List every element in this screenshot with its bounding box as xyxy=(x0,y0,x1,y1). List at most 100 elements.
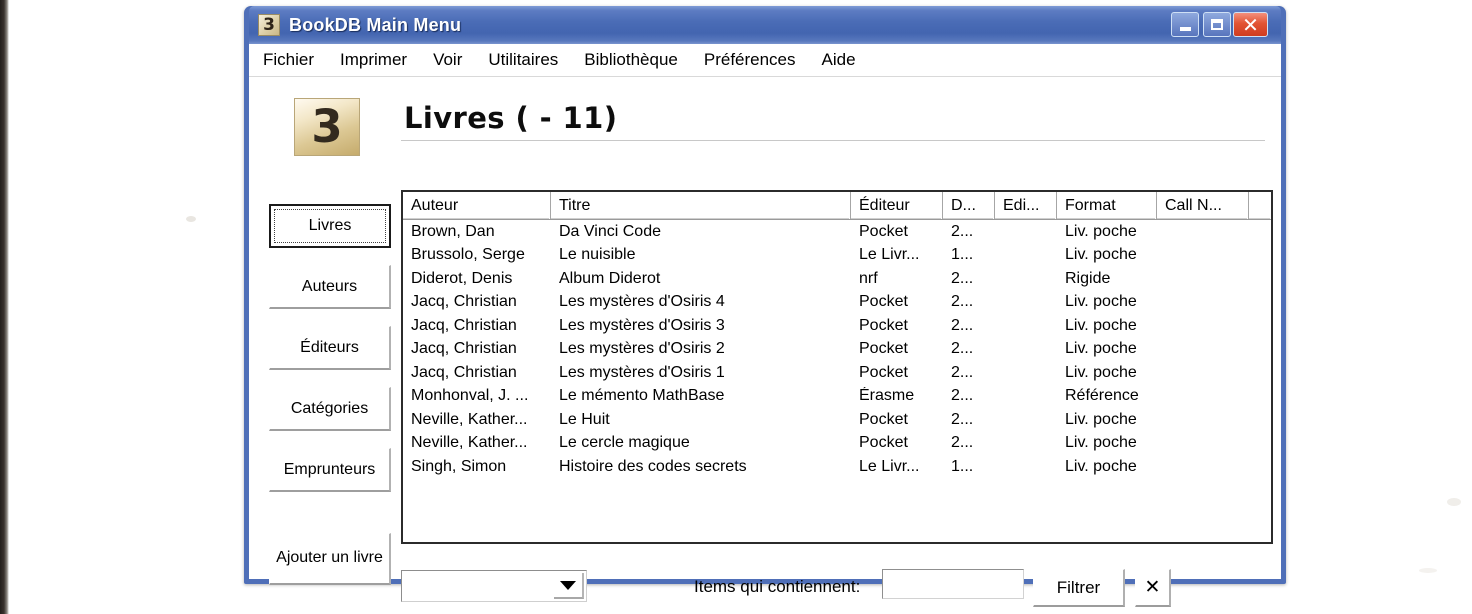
table-cell-format: Référence xyxy=(1065,387,1139,405)
table-cell-titre: Histoire des codes secrets xyxy=(559,457,747,475)
table-row[interactable]: Brown, Dan Da Vinci Code Pocket 2... Liv. po… xyxy=(403,220,1271,244)
application-window: 3 BookDB Main Menu ✕ Fichier Imprimer Vo… xyxy=(244,6,1286,607)
table-row[interactable]: Jacq, Christian Les mystères d'Osiris 1 Po… xyxy=(403,361,1271,385)
table-row[interactable]: Jacq, Christian Les mystères d'Osiris 3 Po… xyxy=(403,314,1271,338)
sidebar: Livres Auteurs Éditeurs Catégories Empru… xyxy=(269,204,391,602)
table-cell-titre: Les mystères d'Osiris 1 xyxy=(559,363,725,381)
filter-apply-label: Filtrer xyxy=(1056,577,1101,597)
table-row[interactable]: Brussolo, Serge Le nuisible Le Livr... 1...… xyxy=(403,244,1271,268)
sidebar-item-auteurs[interactable]: Auteurs xyxy=(269,265,391,309)
close-icon: ✕ xyxy=(1144,577,1161,598)
table-row[interactable]: Neville, Kather... Le Huit Pocket 2... Liv. … xyxy=(403,408,1271,432)
table-row[interactable]: Neville, Kather... Le cercle magique Pocke… xyxy=(403,432,1271,456)
table-cell-auteur: Neville, Kather... xyxy=(411,434,528,452)
clear-filter-button[interactable]: ✕ xyxy=(1135,569,1171,607)
table-cell-auteur: Brown, Dan xyxy=(411,222,495,240)
window-title: BookDB Main Menu xyxy=(289,14,462,35)
menu-bar: Fichier Imprimer Voir Utilitaires Biblio… xyxy=(249,44,1281,77)
table-cell-format: Liv. poche xyxy=(1065,434,1137,452)
table-cell-titre: Da Vinci Code xyxy=(559,222,661,240)
table-cell-d: 2... xyxy=(951,363,974,381)
table-cell-d: 1... xyxy=(951,246,974,264)
maximize-button[interactable] xyxy=(1203,12,1231,37)
table-cell-d: 2... xyxy=(951,316,974,334)
column-header-call-n[interactable]: Call N... xyxy=(1157,192,1249,219)
page-title: Livres ( - 11) xyxy=(404,101,618,135)
table-cell-format: Liv. poche xyxy=(1065,222,1137,240)
filter-search-input[interactable] xyxy=(882,569,1024,599)
column-header-edi[interactable]: Edi... xyxy=(995,192,1057,219)
table-cell-d: 2... xyxy=(951,222,974,240)
table-cell-d: 2... xyxy=(951,410,974,428)
sidebar-item-livres[interactable]: Livres xyxy=(269,204,391,248)
minimize-button[interactable] xyxy=(1171,12,1199,37)
books-list-view[interactable]: Auteur Titre Éditeur D... Edi... Format … xyxy=(401,190,1273,544)
table-cell-editeur: Pocket xyxy=(859,410,908,428)
close-button[interactable]: ✕ xyxy=(1233,12,1268,37)
table-cell-d: 2... xyxy=(951,387,974,405)
column-header-titre[interactable]: Titre xyxy=(551,192,851,219)
client-area: Fichier Imprimer Voir Utilitaires Biblio… xyxy=(249,44,1281,607)
menu-item-fichier[interactable]: Fichier xyxy=(263,50,314,70)
table-cell-editeur: Le Livr... xyxy=(859,457,920,475)
menu-item-voir[interactable]: Voir xyxy=(433,50,462,70)
sidebar-item-label: Livres xyxy=(308,217,352,235)
menu-item-aide[interactable]: Aide xyxy=(822,50,856,70)
table-cell-auteur: Jacq, Christian xyxy=(411,363,517,381)
table-cell-editeur: Pocket xyxy=(859,293,908,311)
table-cell-auteur: Neville, Kather... xyxy=(411,410,528,428)
menu-item-preferences[interactable]: Préférences xyxy=(704,50,796,70)
sidebar-item-categories[interactable]: Catégories xyxy=(269,387,391,431)
table-row[interactable]: Diderot, Denis Album Diderot nrf 2... Rigide xyxy=(403,267,1271,291)
menu-item-bibliotheque[interactable]: Bibliothèque xyxy=(584,50,678,70)
minimize-icon xyxy=(1179,27,1191,31)
app-logo-icon: 3 xyxy=(258,14,280,36)
column-header-editeur[interactable]: Éditeur xyxy=(851,192,943,219)
table-cell-editeur: nrf xyxy=(859,269,878,287)
table-cell-titre: Album Diderot xyxy=(559,269,661,287)
scan-artifact xyxy=(1419,568,1437,573)
scan-artifact xyxy=(186,216,196,222)
table-cell-titre: Les mystères d'Osiris 4 xyxy=(559,293,725,311)
menu-item-utilitaires[interactable]: Utilitaires xyxy=(488,50,558,70)
table-row[interactable]: Jacq, Christian Les mystères d'Osiris 4 Po… xyxy=(403,291,1271,315)
table-cell-titre: Le Huit xyxy=(559,410,610,428)
table-row[interactable]: Jacq, Christian Les mystères d'Osiris 2 Po… xyxy=(403,338,1271,362)
scan-artifact xyxy=(1447,498,1461,506)
table-cell-editeur: Pocket xyxy=(859,363,908,381)
menu-item-imprimer[interactable]: Imprimer xyxy=(340,50,407,70)
sidebar-item-label: Éditeurs xyxy=(300,338,359,356)
table-row[interactable]: Monhonval, J. ... Le mémento MathBase Éras… xyxy=(403,385,1271,409)
filter-apply-button[interactable]: Filtrer xyxy=(1033,569,1125,607)
table-cell-editeur: Le Livr... xyxy=(859,246,920,264)
table-cell-titre: Le cercle magique xyxy=(559,434,690,452)
table-cell-auteur: Jacq, Christian xyxy=(411,293,517,311)
sidebar-item-label: Catégories xyxy=(290,399,369,417)
column-header-d[interactable]: D... xyxy=(943,192,995,219)
table-cell-auteur: Diderot, Denis xyxy=(411,269,513,287)
column-header-format[interactable]: Format xyxy=(1057,192,1157,219)
table-cell-titre: Les mystères d'Osiris 2 xyxy=(559,340,725,358)
column-header-filler xyxy=(1249,192,1271,219)
table-cell-format: Liv. poche xyxy=(1065,246,1137,264)
table-cell-titre: Les mystères d'Osiris 3 xyxy=(559,316,725,334)
sidebar-item-label: Auteurs xyxy=(301,277,358,295)
sidebar-item-label: Emprunteurs xyxy=(283,460,376,478)
page-logo-icon: 3 xyxy=(294,98,360,156)
table-cell-editeur: Pocket xyxy=(859,340,908,358)
title-bar[interactable]: 3 BookDB Main Menu ✕ xyxy=(249,6,1281,44)
table-row[interactable]: Singh, Simon Histoire des codes secrets Le… xyxy=(403,455,1271,479)
sidebar-item-emprunteurs[interactable]: Emprunteurs xyxy=(269,448,391,492)
maximize-icon xyxy=(1211,19,1223,30)
table-cell-format: Liv. poche xyxy=(1065,457,1137,475)
table-cell-titre: Le nuisible xyxy=(559,246,636,264)
filter-label: Items qui contiennent: xyxy=(694,577,861,596)
table-cell-format: Liv. poche xyxy=(1065,293,1137,311)
filter-field-dropdown[interactable] xyxy=(401,570,587,602)
table-cell-auteur: Brussolo, Serge xyxy=(411,246,525,264)
table-cell-format: Liv. poche xyxy=(1065,410,1137,428)
column-header-auteur[interactable]: Auteur xyxy=(403,192,551,219)
add-book-button[interactable]: Ajouter un livre xyxy=(269,533,391,585)
chevron-down-icon[interactable] xyxy=(554,573,584,599)
sidebar-item-editeurs[interactable]: Éditeurs xyxy=(269,326,391,370)
